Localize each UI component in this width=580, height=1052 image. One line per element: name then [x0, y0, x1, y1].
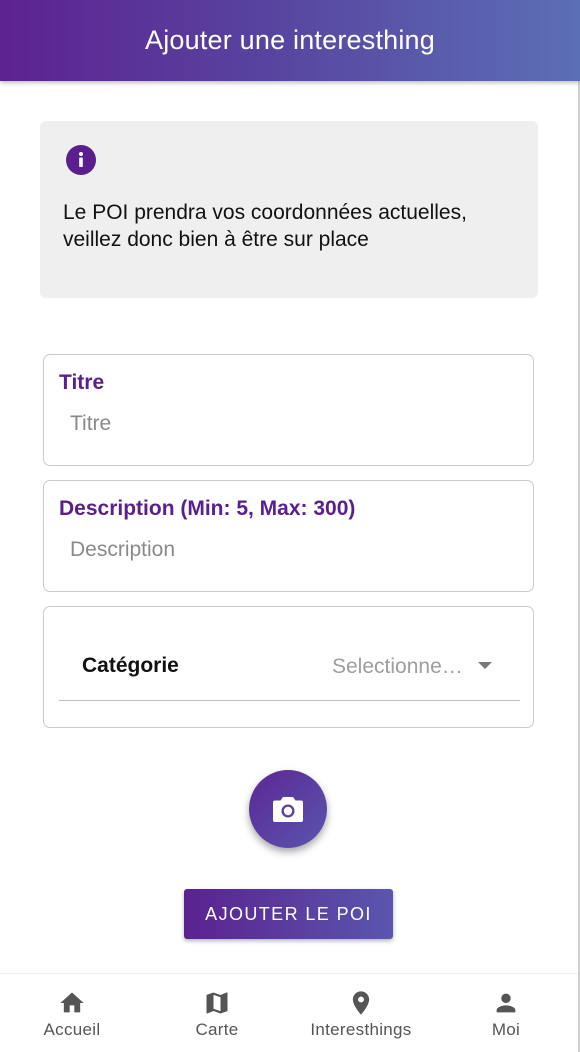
category-underline	[59, 700, 520, 701]
add-poi-button-label: AJOUTER LE POI	[205, 903, 372, 924]
category-label: Catégorie	[82, 654, 179, 677]
title-input[interactable]	[59, 407, 514, 441]
app-screen: Ajouter une interesthing Le POI prendra …	[0, 0, 580, 1052]
camera-icon	[273, 797, 303, 822]
nav-item-accueil[interactable]: Accueil	[32, 974, 112, 1052]
description-field-label: Description (Min: 5, Max: 300)	[59, 497, 356, 520]
map-icon	[206, 992, 228, 1014]
category-selected-value: Selectionne…	[332, 655, 463, 678]
info-banner: Le POI prendra vos coordonnées actuelles…	[40, 121, 538, 298]
category-field: Catégorie Selectionne…	[43, 606, 534, 728]
nav-label-moi: Moi	[491, 1020, 521, 1039]
app-bar: Ajouter une interesthing	[0, 0, 580, 81]
nav-label-accueil: Accueil	[43, 1020, 101, 1039]
nav-item-interesthings[interactable]: Interesthings	[301, 974, 421, 1052]
dropdown-arrow-icon[interactable]	[478, 662, 492, 669]
info-icon	[66, 145, 96, 175]
title-field-label: Titre	[59, 371, 105, 394]
location-pin-icon	[352, 991, 370, 1015]
person-icon	[496, 993, 516, 1013]
add-poi-button[interactable]: AJOUTER LE POI	[184, 889, 393, 939]
info-message: Le POI prendra vos coordonnées actuelles…	[63, 201, 467, 251]
nav-label-carte: Carte	[195, 1020, 239, 1039]
add-photo-button[interactable]	[249, 770, 327, 848]
description-field: Description (Min: 5, Max: 300)	[43, 480, 534, 592]
title-field: Titre	[43, 354, 534, 466]
page-title: Ajouter une interesthing	[145, 25, 435, 55]
description-input[interactable]	[59, 533, 514, 567]
nav-item-carte[interactable]: Carte	[177, 974, 257, 1052]
bottom-navigation: Accueil Carte Interesthings Moi	[0, 973, 578, 1052]
home-icon	[60, 992, 84, 1013]
nav-item-moi[interactable]: Moi	[466, 974, 546, 1052]
nav-label-interesthings: Interesthings	[310, 1020, 412, 1039]
